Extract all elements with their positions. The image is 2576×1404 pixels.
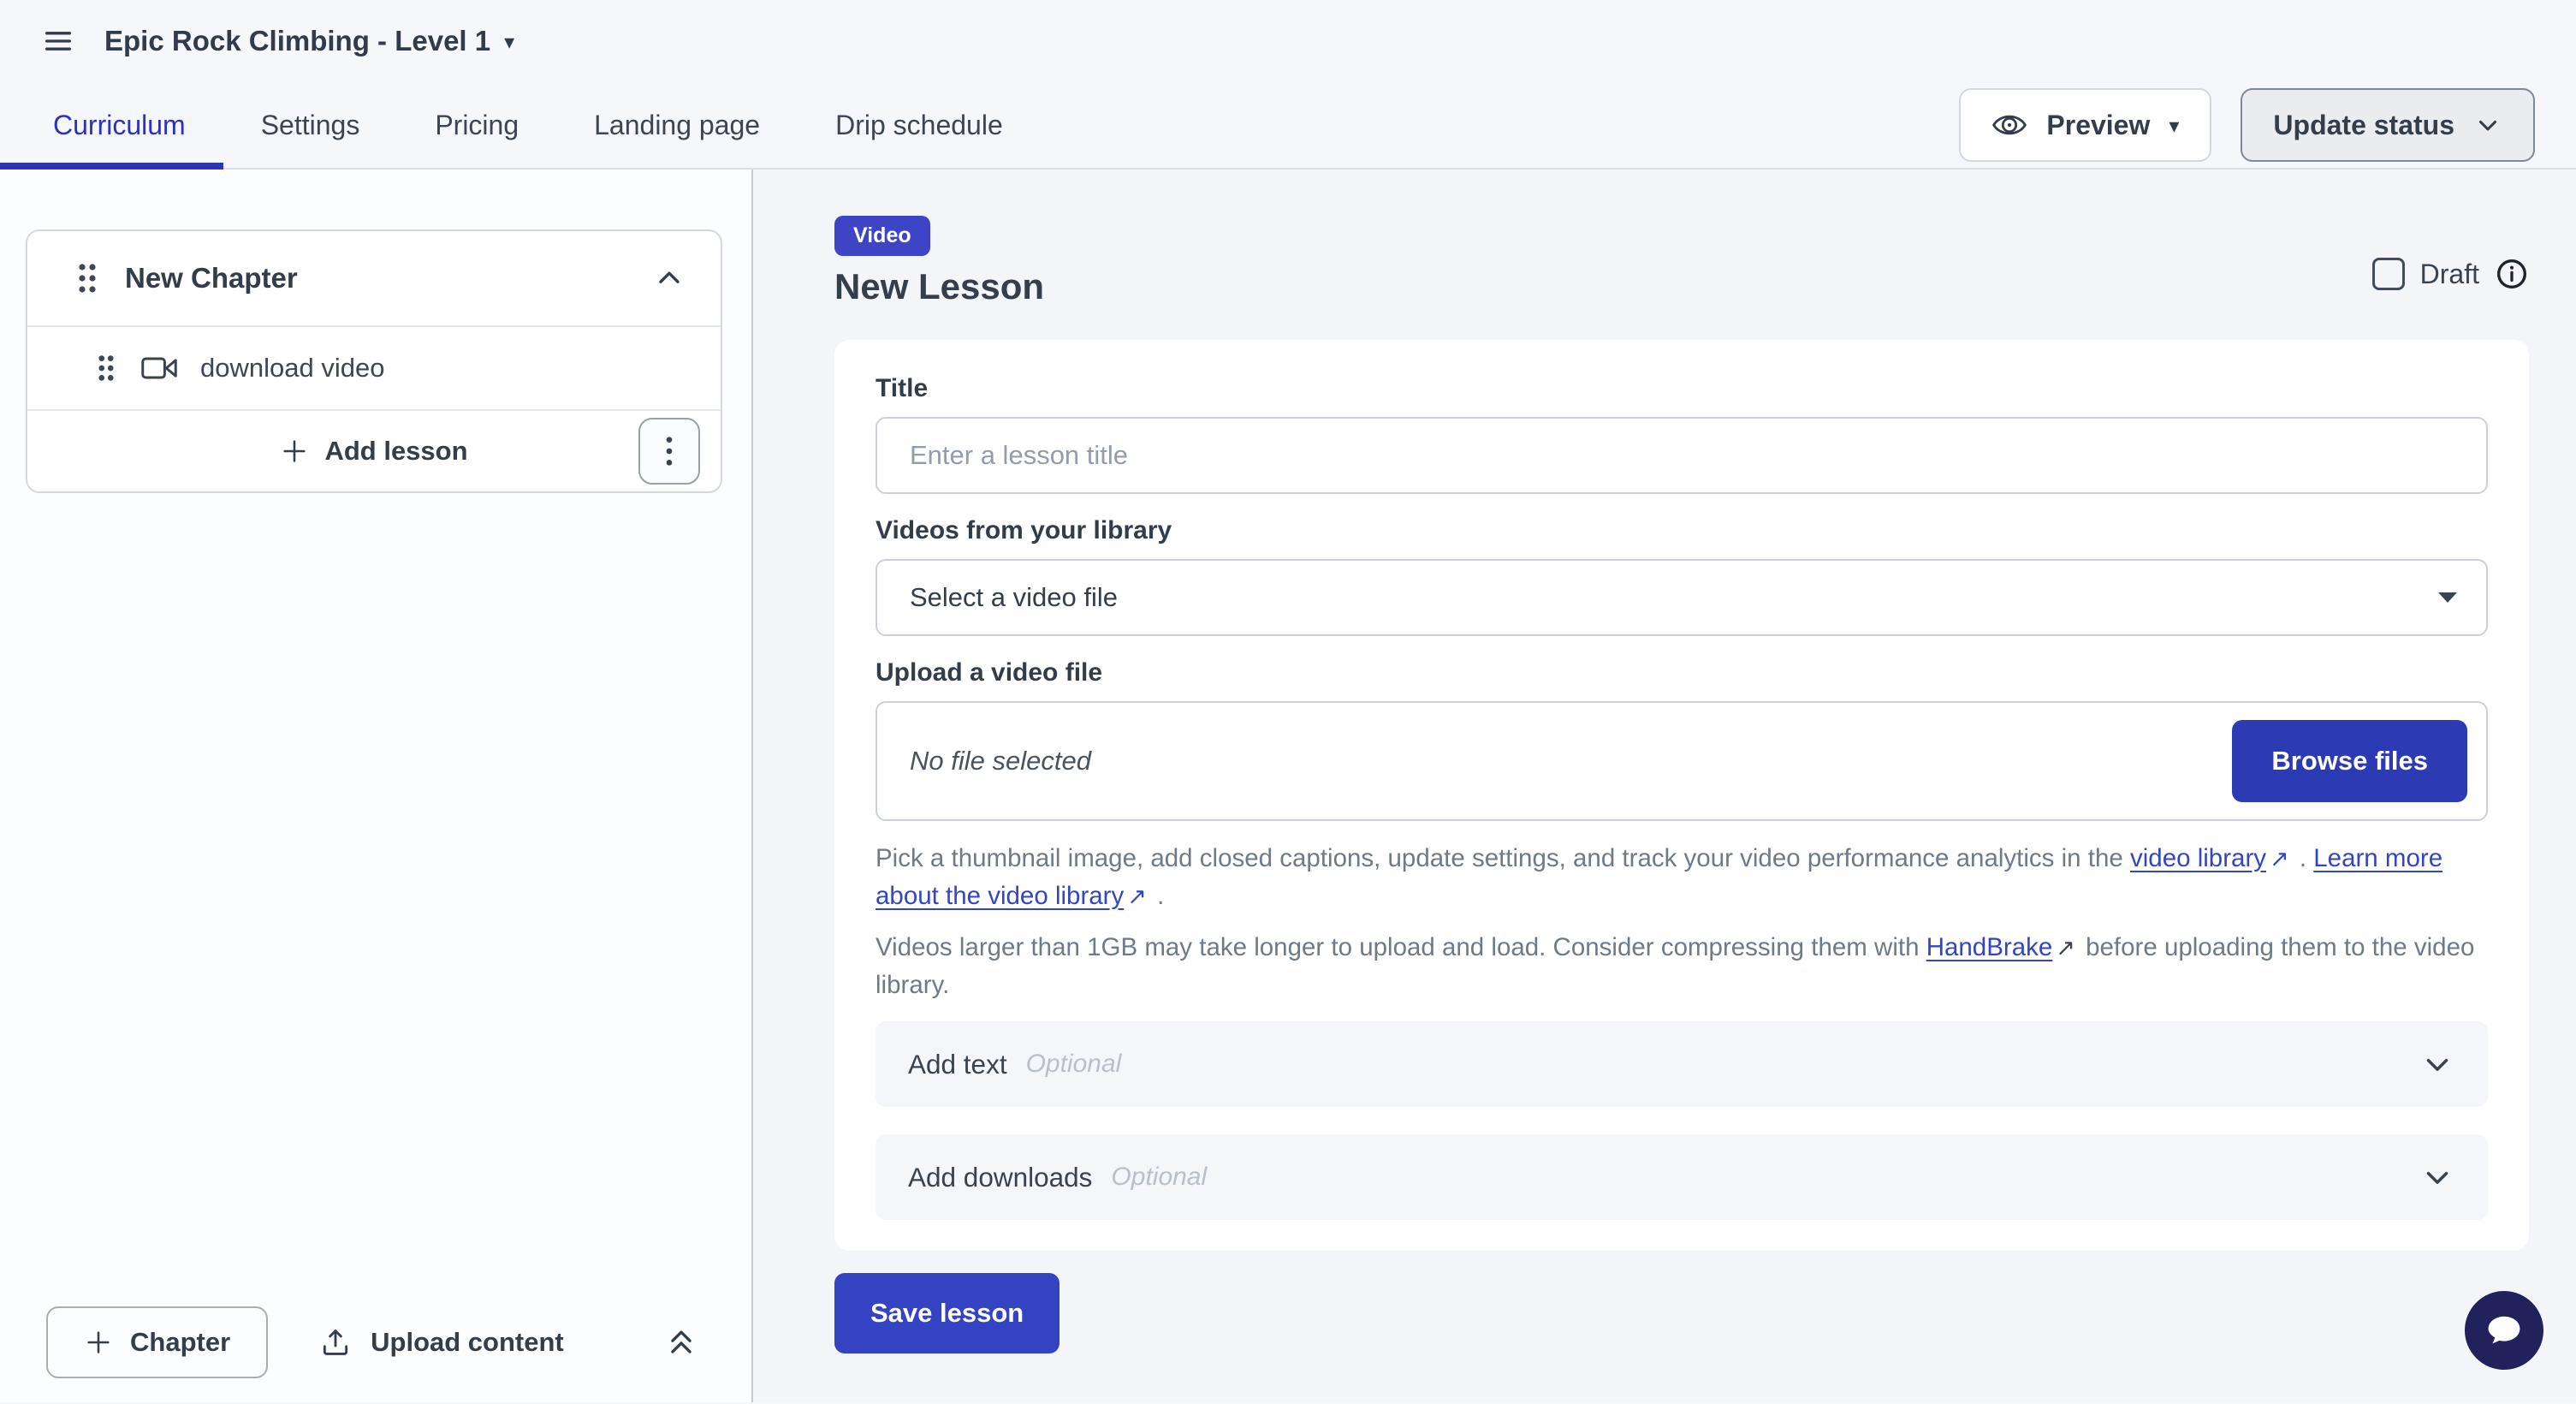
caret-down-icon: ▾ [504, 33, 514, 53]
lesson-header: Video New Lesson Draft [834, 216, 2529, 307]
caret-down-icon [2438, 592, 2457, 603]
upload-label: Upload a video file [875, 658, 2488, 687]
tab-landing-page[interactable]: Landing page [556, 82, 798, 168]
add-downloads-section[interactable]: Add downloads Optional [875, 1134, 2488, 1220]
chapter-header[interactable]: New Chapter [27, 231, 721, 325]
caret-down-icon: ▾ [2169, 116, 2179, 137]
select-value: Select a video file [910, 582, 1118, 613]
section-label: Add text [908, 1049, 1007, 1080]
lesson-type-badge: Video [834, 216, 930, 256]
sidebar-footer: Chapter Upload content [0, 1306, 751, 1378]
curriculum-sidebar: New Chapter [0, 170, 753, 1402]
topbar: Epic Rock Climbing - Level 1 ▾ [0, 0, 2576, 82]
hamburger-menu-icon[interactable] [39, 22, 77, 60]
eye-icon [1991, 110, 2027, 140]
lesson-item[interactable]: download video [27, 327, 721, 409]
tab-actions: Preview ▾ Update status [1959, 88, 2535, 162]
double-chevron-up-icon [662, 1324, 700, 1361]
chapter-title: New Chapter [125, 262, 298, 294]
lesson-editor: Video New Lesson Draft Title [753, 170, 2576, 1402]
plus-icon [280, 437, 309, 466]
browse-files-button[interactable]: Browse files [2232, 720, 2467, 802]
tabbar: Curriculum Settings Pricing Landing page… [0, 82, 2576, 170]
chat-bubble-icon [2482, 1308, 2526, 1353]
preview-button[interactable]: Preview ▾ [1959, 88, 2211, 162]
library-label: Videos from your library [875, 516, 2488, 545]
upload-icon [319, 1326, 352, 1359]
tab-drip-schedule[interactable]: Drip schedule [798, 82, 1041, 168]
page-title: New Lesson [834, 266, 1044, 307]
add-chapter-button[interactable]: Chapter [46, 1306, 268, 1378]
optional-hint: Optional [1026, 1050, 1122, 1079]
video-library-link[interactable]: video library [2130, 844, 2266, 872]
info-icon[interactable] [2495, 257, 2529, 291]
upload-field-group: Upload a video file No file selected Bro… [875, 658, 2488, 821]
external-link-icon: ↗ [2266, 840, 2293, 878]
chevron-down-icon [2473, 110, 2502, 140]
tab-pricing[interactable]: Pricing [397, 82, 556, 168]
title-label: Title [875, 374, 2488, 403]
chat-widget-button[interactable] [2465, 1291, 2543, 1370]
section-label: Add downloads [908, 1162, 1092, 1193]
collapse-sidebar-button[interactable] [662, 1324, 700, 1361]
draft-toggle: Draft [2372, 257, 2529, 291]
chevron-down-icon [2419, 1046, 2455, 1082]
add-text-section[interactable]: Add text Optional [875, 1021, 2488, 1107]
external-link-icon: ↗ [1124, 878, 1150, 915]
upload-content-button[interactable]: Upload content [319, 1326, 564, 1359]
drag-handle-icon[interactable] [94, 352, 118, 384]
draft-label: Draft [2420, 259, 2479, 290]
kebab-menu-icon [665, 434, 674, 468]
video-library-select[interactable]: Select a video file [875, 559, 2488, 636]
tab-settings[interactable]: Settings [223, 82, 398, 168]
update-status-button[interactable]: Update status [2241, 88, 2535, 162]
file-size-help-text: Videos larger than 1GB may take longer t… [875, 929, 2488, 1004]
lesson-item-title: download video [200, 353, 384, 384]
video-camera-icon [140, 354, 178, 382]
chevron-down-icon [2419, 1159, 2455, 1195]
drag-handle-icon[interactable] [74, 260, 101, 296]
chapter-card: New Chapter [26, 229, 722, 493]
file-dropzone[interactable]: No file selected Browse files [875, 701, 2488, 821]
add-lesson-button[interactable]: Add lesson [280, 436, 467, 467]
course-title-dropdown[interactable]: Epic Rock Climbing - Level 1 ▾ [104, 25, 514, 57]
optional-hint: Optional [1111, 1163, 1207, 1192]
file-status-text: No file selected [910, 746, 1091, 776]
save-lesson-button[interactable]: Save lesson [834, 1273, 1059, 1353]
video-help-text: Pick a thumbnail image, add closed capti… [875, 840, 2488, 915]
plus-icon [84, 1328, 113, 1357]
chapter-footer: Add lesson [27, 411, 721, 491]
draft-checkbox[interactable] [2372, 258, 2405, 290]
library-field-group: Videos from your library Select a video … [875, 516, 2488, 636]
lesson-title-input[interactable] [875, 417, 2488, 494]
tab-curriculum[interactable]: Curriculum [0, 82, 223, 168]
chapter-options-button[interactable] [638, 418, 700, 485]
handbrake-link[interactable]: HandBrake [1926, 933, 2053, 961]
external-link-icon: ↗ [2052, 929, 2079, 967]
chevron-up-icon[interactable] [652, 261, 686, 295]
title-field-group: Title [875, 374, 2488, 494]
lesson-form-card: Title Videos from your library Select a … [834, 340, 2529, 1251]
course-title: Epic Rock Climbing - Level 1 [104, 25, 490, 57]
